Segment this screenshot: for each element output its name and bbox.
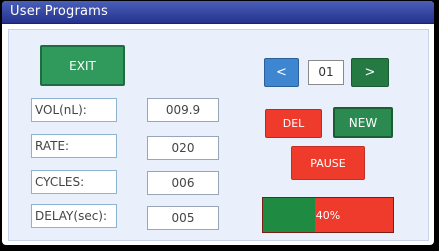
prev-program-button[interactable]: < [264, 58, 299, 87]
progress-percent: 40% [315, 208, 341, 222]
pause-button[interactable]: PAUSE [291, 146, 365, 180]
title-bar: User Programs [2, 1, 434, 24]
rate-input[interactable]: 020 [147, 136, 219, 160]
vol-input[interactable]: 009.9 [147, 98, 219, 122]
program-panel: EXIT VOL(nL): 009.9 RATE: 020 CYCLES: 00… [8, 29, 429, 241]
next-program-button[interactable]: > [351, 58, 389, 87]
exit-button[interactable]: EXIT [40, 45, 125, 86]
cycles-input[interactable]: 006 [147, 171, 219, 195]
cycles-label: CYCLES: [31, 170, 117, 194]
delay-input[interactable]: 005 [147, 206, 219, 230]
vol-label: VOL(nL): [31, 98, 117, 122]
delete-button[interactable]: DEL [265, 109, 322, 138]
window-title: User Programs [10, 4, 108, 19]
device-screen: User Programs EXIT VOL(nL): 009.9 RATE: … [2, 1, 434, 245]
delay-label: DELAY(sec): [31, 204, 117, 228]
progress-bar: 40% [262, 197, 394, 233]
new-button[interactable]: NEW [333, 107, 393, 138]
rate-label: RATE: [31, 134, 117, 158]
program-number: 01 [308, 60, 344, 85]
